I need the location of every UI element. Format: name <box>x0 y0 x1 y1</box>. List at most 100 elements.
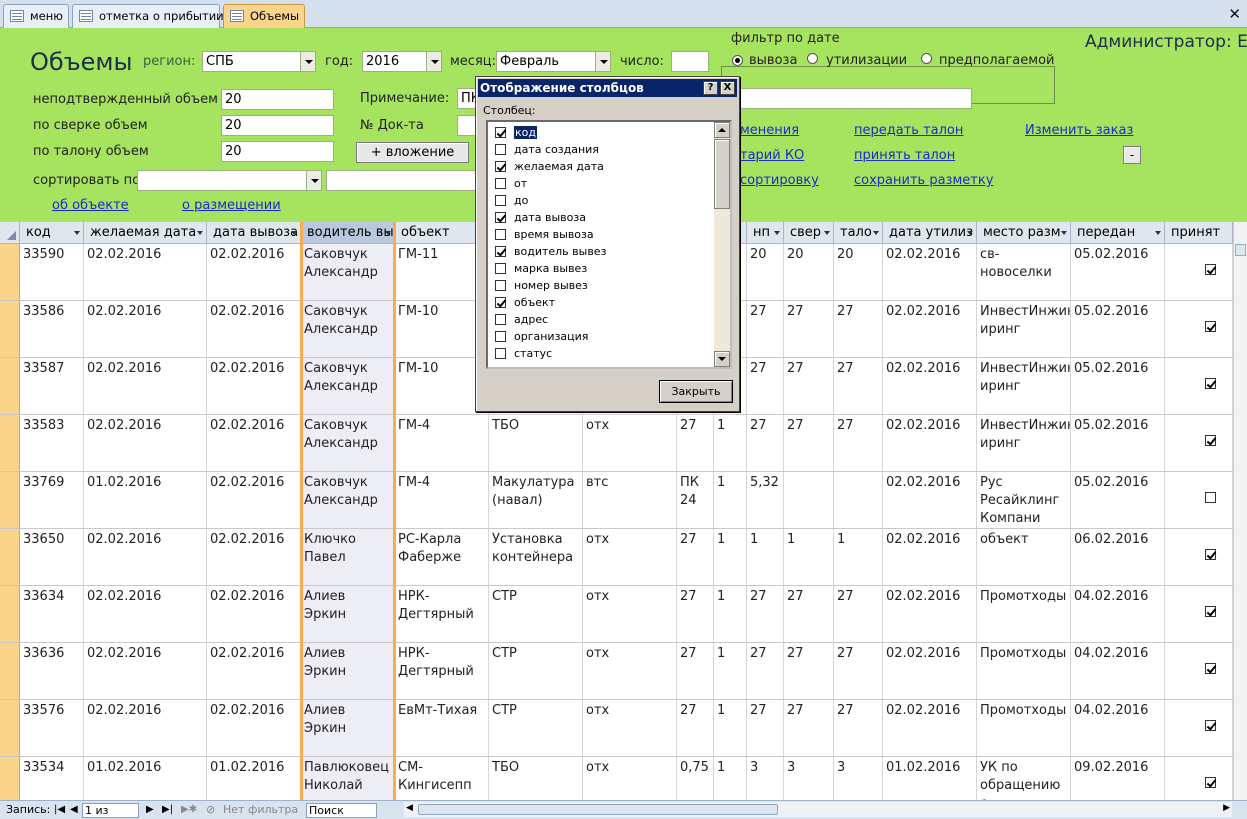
column-checkbox[interactable] <box>495 229 506 240</box>
accepted-checkbox[interactable] <box>1205 378 1216 389</box>
column-header[interactable]: место разм <box>977 222 1071 244</box>
sort-select[interactable] <box>137 170 322 191</box>
column-header[interactable]: желаемая дата <box>84 222 207 244</box>
chevron-down-icon[interactable] <box>595 52 610 71</box>
help-icon[interactable]: ? <box>703 81 718 95</box>
table-cell[interactable]: Саковчук Александр <box>301 415 395 471</box>
table-cell[interactable]: 27 <box>834 415 883 471</box>
table-cell[interactable]: СТР <box>489 586 583 642</box>
table-cell[interactable]: отх <box>583 415 677 471</box>
accepted-checkbox[interactable] <box>1205 321 1216 332</box>
accepted-checkbox[interactable] <box>1205 606 1216 617</box>
table-cell[interactable]: 02.02.2016 <box>84 700 207 756</box>
table-cell[interactable]: 33587 <box>20 358 84 414</box>
table-cell[interactable]: 1 <box>784 529 834 585</box>
table-cell[interactable]: 1 <box>747 529 784 585</box>
chevron-down-icon[interactable] <box>426 52 441 71</box>
about-object-link[interactable]: об объекте <box>52 198 129 213</box>
table-cell[interactable]: 1 <box>714 529 747 585</box>
prev-record-icon[interactable]: ◀ <box>70 801 78 819</box>
table-cell[interactable]: 33576 <box>20 700 84 756</box>
region-select[interactable]: СПБ <box>202 51 316 72</box>
reconcile-input[interactable]: 20 <box>221 115 334 136</box>
next-record-icon[interactable]: ▶ <box>146 801 154 819</box>
table-cell[interactable]: Алиев Эркин <box>301 700 395 756</box>
table-cell[interactable]: 05.02.2016 <box>1071 415 1165 471</box>
attach-button[interactable]: + вложение <box>356 142 469 163</box>
table-cell[interactable]: объект <box>977 529 1071 585</box>
day-input[interactable] <box>671 51 709 72</box>
table-cell[interactable]: 1 <box>714 643 747 699</box>
column-list-item[interactable]: водитель вывез <box>492 243 606 260</box>
table-cell[interactable]: 20 <box>747 244 784 300</box>
chevron-down-icon[interactable] <box>291 231 297 235</box>
filter-radio-expected[interactable] <box>921 53 932 64</box>
table-cell[interactable]: 02.02.2016 <box>883 586 977 642</box>
chevron-down-icon[interactable] <box>306 171 321 190</box>
table-row[interactable]: 33636 02.02.2016 02.02.2016 Алиев Эркин НРК-… <box>0 643 1233 700</box>
table-cell[interactable]: ПК 24 <box>677 472 714 528</box>
table-cell[interactable]: 02.02.2016 <box>84 586 207 642</box>
table-cell[interactable]: 02.02.2016 <box>883 643 977 699</box>
column-header[interactable]: код <box>20 222 84 244</box>
table-cell[interactable]: 01.02.2016 <box>84 757 207 800</box>
table-cell[interactable]: 33634 <box>20 586 84 642</box>
column-header[interactable]: нп <box>747 222 784 244</box>
table-cell[interactable]: втс <box>583 472 677 528</box>
table-cell[interactable]: СМ- Кингисепп <box>395 757 489 800</box>
table-cell[interactable]: 27 <box>834 358 883 414</box>
table-cell[interactable]: Промотходы <box>977 700 1071 756</box>
table-cell[interactable]: Алиев Эркин <box>301 586 395 642</box>
table-cell[interactable]: ГМ-4 <box>395 415 489 471</box>
table-cell[interactable]: 02.02.2016 <box>883 244 977 300</box>
row-selector[interactable] <box>0 643 20 699</box>
table-cell[interactable] <box>784 472 834 528</box>
accepted-checkbox[interactable] <box>1205 777 1216 788</box>
table-cell[interactable]: 02.02.2016 <box>883 472 977 528</box>
column-list-item[interactable]: дата вывоза <box>492 209 586 226</box>
chevron-down-icon[interactable] <box>300 52 315 71</box>
close-button[interactable]: Закрыть <box>659 380 733 403</box>
table-cell[interactable]: 1 <box>714 700 747 756</box>
table-cell[interactable] <box>834 472 883 528</box>
select-all-corner[interactable] <box>0 222 20 244</box>
filter-radio-utilization[interactable] <box>807 53 818 64</box>
table-cell[interactable]: 02.02.2016 <box>207 472 301 528</box>
table-cell[interactable]: УК по обращению с <box>977 757 1071 800</box>
table-cell[interactable]: 27 <box>747 301 784 357</box>
table-cell[interactable]: 27 <box>747 643 784 699</box>
column-checkbox[interactable] <box>495 263 506 274</box>
accepted-checkbox[interactable] <box>1205 264 1216 275</box>
table-cell[interactable]: 05.02.2016 <box>1071 301 1165 357</box>
table-cell[interactable]: 0,75 <box>677 757 714 800</box>
unconfirmed-input[interactable]: 20 <box>221 89 334 110</box>
table-cell[interactable]: отх <box>583 586 677 642</box>
chevron-down-icon[interactable] <box>1061 231 1067 235</box>
table-cell[interactable]: 02.02.2016 <box>207 700 301 756</box>
table-cell[interactable]: 3 <box>784 757 834 800</box>
column-list-item[interactable]: статус <box>492 345 552 362</box>
edit-order-link[interactable]: Изменить заказ <box>1025 123 1133 138</box>
table-cell[interactable]: 02.02.2016 <box>84 244 207 300</box>
table-cell[interactable]: 02.02.2016 <box>84 529 207 585</box>
table-row[interactable]: 33769 01.02.2016 02.02.2016 Саковчук Алекса… <box>0 472 1233 529</box>
minus-button[interactable]: - <box>1123 146 1141 164</box>
table-row[interactable]: 33534 01.02.2016 01.02.2016 Павлюковец Нико… <box>0 757 1233 800</box>
table-cell[interactable]: 02.02.2016 <box>207 301 301 357</box>
chevron-down-icon[interactable] <box>385 231 391 235</box>
table-cell[interactable]: Саковчук Александр <box>301 301 395 357</box>
column-list-item[interactable]: код <box>492 124 538 141</box>
table-cell[interactable]: 02.02.2016 <box>883 358 977 414</box>
table-row[interactable]: 33650 02.02.2016 02.02.2016 Ключко Павел РС-… <box>0 529 1233 586</box>
table-cell[interactable]: 27 <box>784 301 834 357</box>
table-cell[interactable]: 27 <box>834 643 883 699</box>
table-cell[interactable]: Павлюковец Николай <box>301 757 395 800</box>
table-cell[interactable]: отх <box>583 643 677 699</box>
table-cell[interactable]: Макулатура (навал) <box>489 472 583 528</box>
table-cell[interactable]: 02.02.2016 <box>883 529 977 585</box>
no-filter-button[interactable]: Нет фильтра <box>223 801 298 819</box>
row-selector[interactable] <box>0 415 20 471</box>
column-header[interactable]: дата вывоза <box>207 222 301 244</box>
table-cell[interactable]: отх <box>583 700 677 756</box>
table-cell[interactable]: 27 <box>747 586 784 642</box>
